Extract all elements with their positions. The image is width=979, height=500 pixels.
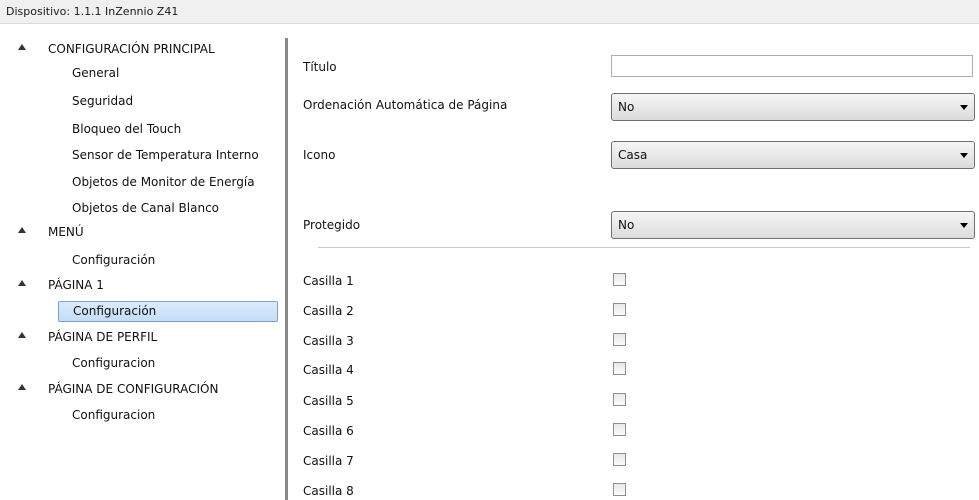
casilla-checkbox[interactable]: [613, 423, 626, 436]
expand-caret-icon[interactable]: [18, 227, 26, 233]
tree-item-label: Configuracion: [72, 356, 156, 370]
tree-item-perfil-configuracion[interactable]: Configuracion: [0, 352, 284, 376]
tree-item-label: General: [72, 66, 120, 80]
tree-section-label: PÁGINA DE PERFIL: [48, 330, 158, 344]
tree-item-pagina-1-configuracion[interactable]: Configuración: [0, 300, 284, 324]
expand-caret-icon[interactable]: [18, 280, 26, 286]
tree-item-bloqueo-touch[interactable]: Bloqueo del Touch: [0, 118, 284, 142]
casilla-checkbox[interactable]: [613, 273, 626, 286]
tree-item-sensor-temperatura[interactable]: Sensor de Temperatura Interno: [0, 144, 284, 168]
casilla-label: Casilla 5: [303, 394, 354, 408]
tree-section-pagina-1[interactable]: PÁGINA 1: [0, 274, 284, 298]
tree-item-seguridad[interactable]: Seguridad: [0, 90, 284, 114]
tree-section-label: PÁGINA DE CONFIGURACIÓN: [48, 382, 219, 396]
casilla-checkbox[interactable]: [613, 483, 626, 496]
protegido-value: No: [618, 218, 635, 232]
tree-item-label: Objetos de Monitor de Energía: [72, 175, 255, 189]
expand-caret-icon[interactable]: [18, 332, 26, 338]
protegido-select[interactable]: No: [611, 211, 975, 239]
tree-section-label: MENÚ: [48, 225, 84, 239]
expand-caret-icon[interactable]: [18, 384, 26, 390]
casilla-label: Casilla 1: [303, 274, 354, 288]
casilla-checkbox[interactable]: [613, 303, 626, 316]
chevron-down-icon: [960, 105, 968, 110]
chevron-down-icon: [960, 223, 968, 228]
tree-section-configuracion-principal[interactable]: CONFIGURACIÓN PRINCIPAL: [0, 38, 284, 62]
device-title-bar: Dispositivo: 1.1.1 InZennio Z41: [0, 0, 979, 24]
tree-item-label: Seguridad: [72, 94, 134, 108]
tree-item-label: Configuracion: [72, 408, 156, 422]
chevron-down-icon: [960, 153, 968, 158]
tree-section-label: PÁGINA 1: [48, 278, 104, 292]
casilla-label: Casilla 6: [303, 424, 354, 438]
tree-section-pagina-configuracion[interactable]: PÁGINA DE CONFIGURACIÓN: [0, 378, 284, 402]
parameter-tree: CONFIGURACIÓN PRINCIPAL General Segurida…: [0, 38, 284, 500]
section-divider: [318, 247, 970, 248]
casilla-checkbox[interactable]: [613, 393, 626, 406]
tree-item-config-configuracion[interactable]: Configuracion: [0, 404, 284, 428]
tree-item-canal-blanco[interactable]: Objetos de Canal Blanco: [0, 197, 284, 221]
tree-item-menu-configuracion[interactable]: Configuración: [0, 249, 284, 273]
tree-section-pagina-perfil[interactable]: PÁGINA DE PERFIL: [0, 326, 284, 350]
titulo-label: Título: [303, 60, 337, 74]
ordenacion-select[interactable]: No: [611, 93, 975, 121]
tree-item-label: Objetos de Canal Blanco: [72, 201, 220, 215]
tree-item-label: Configuración: [73, 304, 157, 318]
tree-item-label: Bloqueo del Touch: [72, 122, 182, 136]
titulo-input[interactable]: [611, 55, 973, 77]
ordenacion-value: No: [618, 100, 635, 114]
casilla-checkbox[interactable]: [613, 333, 626, 346]
expand-caret-icon[interactable]: [18, 44, 26, 50]
tree-item-label: Sensor de Temperatura Interno: [72, 148, 259, 162]
tree-item-general[interactable]: General: [0, 62, 284, 86]
icono-label: Icono: [303, 148, 336, 162]
casilla-label: Casilla 8: [303, 484, 354, 498]
casilla-label: Casilla 2: [303, 304, 354, 318]
parameter-panel: Título Ordenación Automática de Página N…: [288, 38, 979, 500]
tree-section-menu[interactable]: MENÚ: [0, 221, 284, 245]
tree-item-monitor-energia[interactable]: Objetos de Monitor de Energía: [0, 171, 284, 195]
casilla-label: Casilla 7: [303, 454, 354, 468]
icono-value: Casa: [618, 148, 648, 162]
casilla-label: Casilla 4: [303, 363, 354, 377]
icono-select[interactable]: Casa: [611, 141, 975, 169]
casilla-checkbox[interactable]: [613, 453, 626, 466]
tree-item-label: Configuración: [72, 253, 156, 267]
protegido-label: Protegido: [303, 218, 361, 232]
tree-section-label: CONFIGURACIÓN PRINCIPAL: [48, 42, 215, 56]
ordenacion-label: Ordenación Automática de Página: [303, 98, 508, 112]
casilla-checkbox[interactable]: [613, 362, 626, 375]
device-title: Dispositivo: 1.1.1 InZennio Z41: [6, 5, 179, 18]
casilla-label: Casilla 3: [303, 334, 354, 348]
